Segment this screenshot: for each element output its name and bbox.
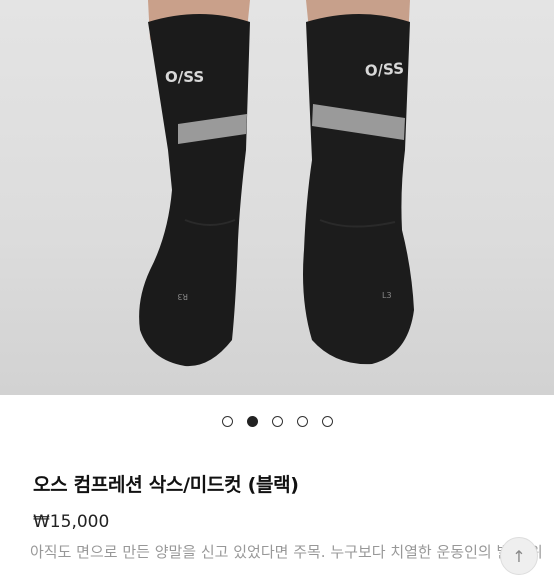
gallery-dot-3[interactable] xyxy=(271,416,283,427)
scroll-top-button[interactable]: ↑ xyxy=(500,537,538,575)
gallery-dot-5[interactable] xyxy=(321,416,333,427)
left-sock-code: R3 xyxy=(177,292,188,301)
socks-illustration: O/SS O/SS R3 L3 xyxy=(139,0,414,367)
product-price: ₩15,000 xyxy=(33,512,110,532)
right-sock-code: L3 xyxy=(382,291,392,300)
right-sock-logo: O/SS xyxy=(364,59,404,80)
gallery-dot-1[interactable] xyxy=(221,416,233,427)
gallery-dot-2-active[interactable] xyxy=(246,416,258,427)
product-description-preview: 아직도 면으로 만든 양말을 신고 있었다면 주목. 누구보다 치열한 운동인의… xyxy=(30,543,543,561)
product-photo[interactable]: O/SS O/SS R3 L3 xyxy=(0,0,554,395)
gallery-dot-4[interactable] xyxy=(296,416,308,427)
gallery-pagination xyxy=(0,416,554,427)
left-sock xyxy=(139,14,250,367)
left-sock-logo: O/SS xyxy=(165,68,204,86)
product-title: 오스 컴프레션 삭스/미드컷 (블랙) xyxy=(33,474,299,496)
arrow-up-icon: ↑ xyxy=(512,546,526,566)
